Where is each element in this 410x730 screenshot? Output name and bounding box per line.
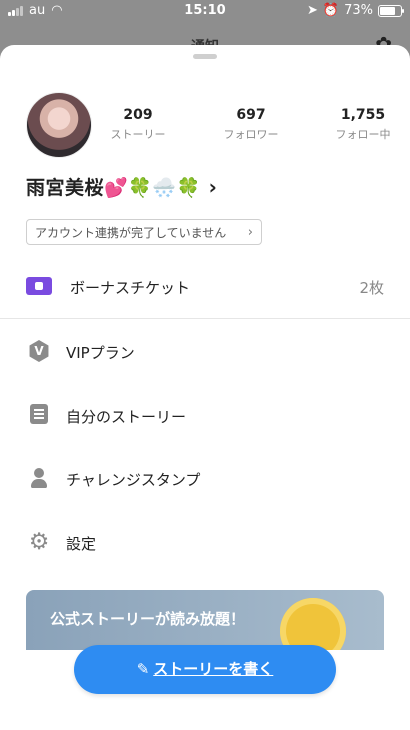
menu-item-challenge-stamp-label: チャレンジスタンプ: [66, 471, 201, 489]
vip-icon: V: [29, 340, 49, 362]
stat-followers[interactable]: 697 フォロワー: [206, 107, 296, 142]
menu-item-my-stories-label: 自分のストーリー: [66, 408, 187, 426]
pencil-icon: ✎: [136, 660, 150, 678]
write-story-button[interactable]: ✎ ストーリーを書く: [74, 645, 336, 694]
stat-following[interactable]: 1,755 フォロー中: [318, 107, 408, 142]
promo-banner-text: 公式ストーリーが読み放題！: [50, 610, 246, 628]
chevron-right-icon: ›: [247, 225, 253, 240]
stat-stories[interactable]: 209 ストーリー: [93, 107, 183, 142]
account-link-notice-label: アカウント連携が完了していません: [35, 226, 227, 240]
location-icon: ➤: [307, 3, 318, 18]
promo-banner[interactable]: 公式ストーリーが読み放題！: [26, 590, 384, 650]
battery-icon: [378, 4, 404, 17]
sheet-grabber[interactable]: [193, 54, 217, 59]
stat-stories-label: ストーリー: [110, 128, 166, 141]
gear-icon: ⚙: [28, 529, 50, 555]
bonus-ticket-row[interactable]: ボーナスチケット 2枚: [0, 267, 410, 307]
profile-sheet: 209 ストーリー 697 フォロワー 1,755 フォロー中 雨宮美桜💕🍀🌨️…: [0, 45, 410, 730]
document-icon: [30, 404, 48, 424]
stat-following-value: 1,755: [340, 107, 386, 123]
chevron-right-icon: ›: [208, 174, 217, 199]
stat-followers-label: フォロワー: [223, 128, 279, 141]
ticket-icon: [26, 277, 52, 295]
menu-item-my-stories[interactable]: 自分のストーリー: [0, 394, 410, 434]
bonus-ticket-count: 2枚: [359, 279, 384, 297]
battery-percent: 73%: [344, 3, 373, 18]
alarm-icon: ⏰: [322, 3, 340, 18]
coin-icon: [280, 598, 346, 650]
status-bar: au ◠ 15:10 ➤ ⏰ 73%: [0, 0, 410, 22]
profile-name: 雨宮美桜💕🍀🌨️🍀: [26, 177, 201, 199]
menu-item-settings-label: 設定: [66, 535, 97, 553]
status-right: ➤ ⏰ 73%: [307, 3, 404, 18]
stat-followers-value: 697: [236, 107, 266, 123]
menu-item-vip[interactable]: V VIPプラン: [0, 330, 410, 370]
account-link-notice[interactable]: アカウント連携が完了していません ›: [26, 219, 262, 245]
menu-item-challenge-stamp[interactable]: チャレンジスタンプ: [0, 457, 410, 497]
profile-name-row[interactable]: 雨宮美桜💕🍀🌨️🍀 ›: [26, 173, 217, 200]
divider: [0, 318, 410, 319]
bonus-ticket-label: ボーナスチケット: [70, 279, 191, 297]
write-story-label: ストーリーを書く: [153, 660, 274, 678]
user-icon: [28, 467, 50, 489]
menu-item-settings[interactable]: ⚙ 設定: [0, 521, 410, 561]
menu-item-vip-label: VIPプラン: [66, 344, 135, 362]
stat-following-label: フォロー中: [335, 128, 391, 141]
stat-stories-value: 209: [123, 107, 153, 123]
avatar[interactable]: [26, 92, 92, 158]
